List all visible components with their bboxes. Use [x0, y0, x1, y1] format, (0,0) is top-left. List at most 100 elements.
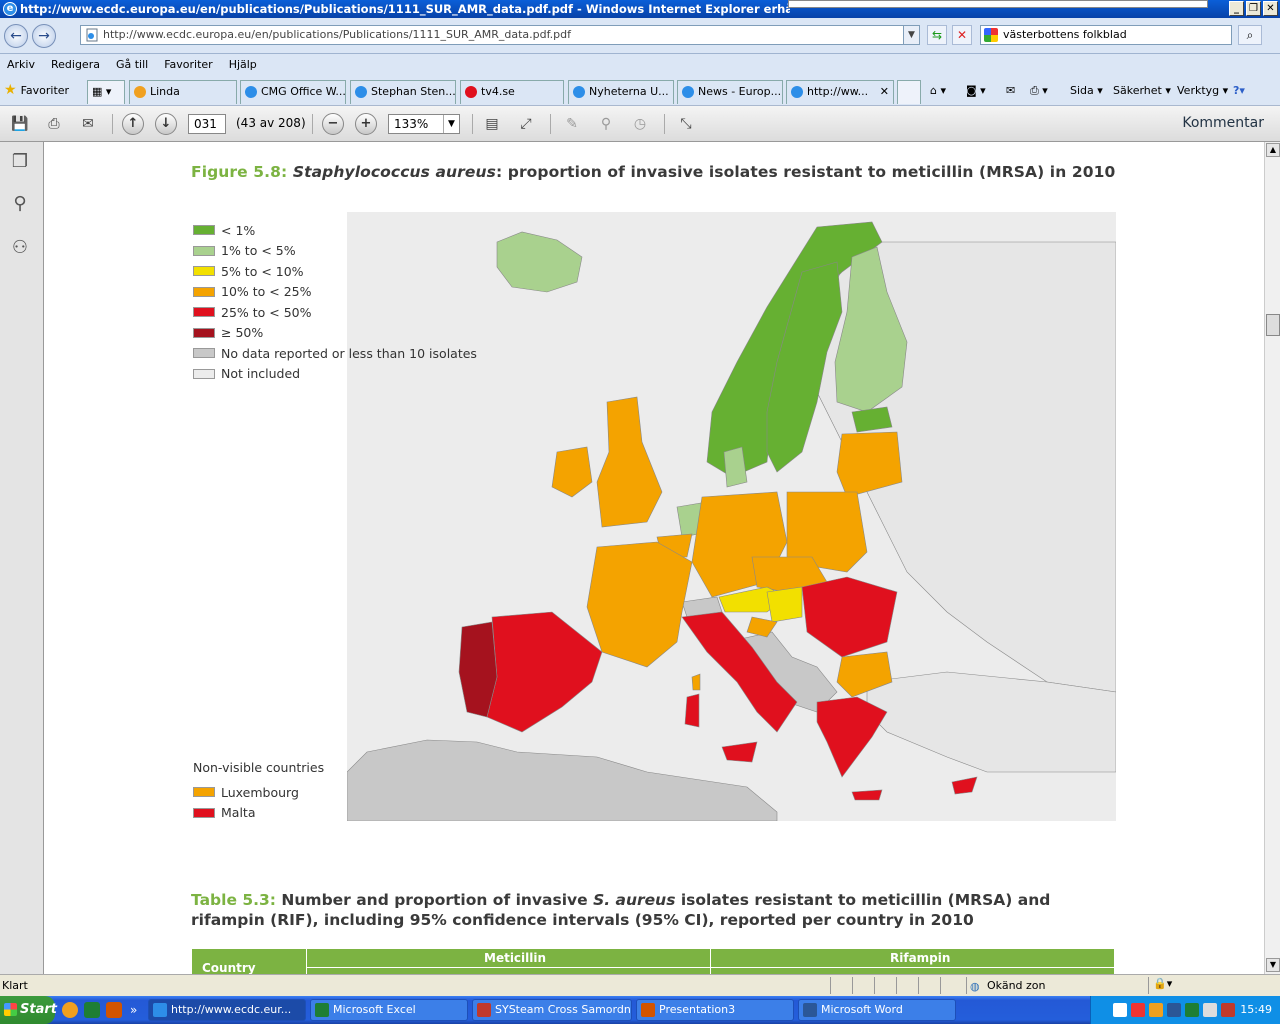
- security-zone[interactable]: ◍ Okänd zon: [966, 977, 1146, 994]
- tab-nyheterna[interactable]: Nyheterna U...: [568, 80, 674, 104]
- tab-label: News - Europ...: [698, 85, 782, 98]
- previous-page-button[interactable]: ↑: [122, 113, 144, 135]
- task-systeam[interactable]: SYSteam Cross Samordn...: [472, 999, 632, 1021]
- legend-label: ≥ 50%: [221, 325, 264, 341]
- forward-button[interactable]: →: [32, 24, 56, 48]
- help-button[interactable]: ?▾: [1233, 80, 1245, 102]
- tray-update-icon[interactable]: [1149, 1003, 1163, 1017]
- menu-goto[interactable]: Gå till: [116, 58, 148, 71]
- task-ie[interactable]: http://www.ecdc.eur...: [148, 999, 306, 1021]
- powerpoint-icon: [641, 1003, 655, 1017]
- address-bar[interactable]: http://www.ecdc.europa.eu/en/publication…: [80, 25, 920, 45]
- tab-label: http://ww...: [807, 85, 869, 98]
- menu-edit[interactable]: Redigera: [51, 58, 100, 71]
- popup-window-edge: [788, 0, 1208, 8]
- quicklaunch-excel-icon[interactable]: [84, 1002, 100, 1018]
- page-number-input[interactable]: 031: [188, 114, 226, 134]
- new-tab-button[interactable]: [897, 80, 921, 104]
- start-button[interactable]: Start: [0, 996, 57, 1024]
- menu-help[interactable]: Hjälp: [229, 58, 257, 71]
- feeds-button[interactable]: ◙ ▾: [966, 80, 986, 102]
- toolbar-separator: [472, 114, 473, 134]
- tray-antivirus-icon[interactable]: [1131, 1003, 1145, 1017]
- tray-speaker-icon[interactable]: [1185, 1003, 1199, 1017]
- task-label: Microsoft Excel: [333, 1003, 416, 1016]
- legend-label: 1% to < 5%: [221, 243, 296, 259]
- fit-page-button[interactable]: ▤: [480, 112, 504, 136]
- legend-item: < 1%: [193, 220, 477, 241]
- tab-linda[interactable]: Linda: [129, 80, 237, 104]
- favorites-button[interactable]: ★ Favoriter: [4, 82, 69, 98]
- print-pdf-button[interactable]: ⎙: [42, 112, 66, 136]
- scroll-thumb[interactable]: [1266, 314, 1280, 336]
- minus-icon: −: [327, 116, 339, 131]
- close-tab-icon[interactable]: ✕: [880, 81, 889, 103]
- arrow-up-icon: ↑: [127, 116, 139, 131]
- zoom-out-button[interactable]: −: [322, 113, 344, 135]
- tab-cmg-office[interactable]: CMG Office W...: [240, 80, 346, 104]
- quicklaunch-powerpoint-icon[interactable]: [106, 1002, 122, 1018]
- tray-shield-icon[interactable]: [1113, 1003, 1127, 1017]
- tab-grid-button[interactable]: ▦ ▾: [87, 80, 125, 104]
- ie-window: e http://www.ecdc.europa.eu/en/publicati…: [0, 0, 1280, 1024]
- tray-alert-icon[interactable]: [1221, 1003, 1235, 1017]
- search-input[interactable]: västerbottens folkblad: [980, 25, 1232, 45]
- tab-stephan[interactable]: Stephan Sten...: [350, 80, 456, 104]
- scroll-up-icon[interactable]: ▲: [1266, 143, 1280, 157]
- search-button[interactable]: ⌕: [1238, 25, 1262, 45]
- home-button[interactable]: ⌂ ▾: [930, 80, 946, 102]
- tab-label: Nyheterna U...: [589, 85, 669, 98]
- attachments-icon[interactable]: ⚲: [8, 192, 32, 216]
- address-dropdown-icon[interactable]: ▼: [903, 26, 919, 44]
- close-window-button[interactable]: ✕: [1263, 1, 1278, 16]
- tools-menu[interactable]: Verktyg ▾: [1177, 80, 1228, 102]
- tab-label: CMG Office W...: [261, 85, 346, 98]
- envelope-icon: ✉: [82, 116, 94, 132]
- search-binoculars-icon[interactable]: ⚇: [8, 236, 32, 260]
- vertical-scrollbar[interactable]: ▲ ▼: [1264, 142, 1280, 974]
- taskbar-clock[interactable]: 15:49: [1240, 1003, 1272, 1016]
- attach-button[interactable]: ⚲: [594, 112, 618, 136]
- page-menu[interactable]: Sida ▾: [1070, 80, 1103, 102]
- tray-battery-icon[interactable]: [1203, 1003, 1217, 1017]
- review-button[interactable]: ◷: [628, 112, 652, 136]
- tab-news-europe[interactable]: News - Europ...: [677, 80, 783, 104]
- menu-file[interactable]: Arkiv: [7, 58, 35, 71]
- zoom-select[interactable]: 133% ▼: [388, 114, 460, 134]
- task-excel[interactable]: Microsoft Excel: [310, 999, 468, 1021]
- fit-width-button[interactable]: ⤢: [514, 112, 538, 136]
- comment-button[interactable]: Kommentar: [1182, 115, 1264, 131]
- task-word[interactable]: Microsoft Word: [798, 999, 956, 1021]
- back-button[interactable]: ←: [4, 24, 28, 48]
- refresh-button[interactable]: ⇆: [927, 25, 947, 45]
- pages-icon[interactable]: ❐: [8, 150, 32, 174]
- favorites-label: Favoriter: [20, 83, 70, 97]
- minimize-button[interactable]: _: [1229, 1, 1244, 16]
- protected-mode-button[interactable]: 🔒▾: [1148, 977, 1184, 994]
- sign-button[interactable]: ✎: [560, 112, 584, 136]
- plus-icon: +: [360, 116, 372, 131]
- tab-tv4[interactable]: tv4.se: [460, 80, 564, 104]
- pdf-document-view[interactable]: Figure 5.8: Staphylococcus aureus: propo…: [44, 142, 1264, 974]
- tab-favicon: [791, 86, 803, 98]
- tab-current[interactable]: http://ww... ✕: [786, 80, 894, 104]
- menu-favorites[interactable]: Favoriter: [164, 58, 212, 71]
- scroll-down-icon[interactable]: ▼: [1266, 958, 1280, 972]
- mail-button[interactable]: ✉: [1006, 80, 1015, 102]
- print-button[interactable]: ⎙ ▾: [1030, 80, 1048, 102]
- next-page-button[interactable]: ↓: [155, 113, 177, 135]
- full-screen-button[interactable]: ⤡: [674, 112, 698, 136]
- legend-swatch: [193, 245, 215, 256]
- restore-button[interactable]: ❐: [1246, 1, 1261, 16]
- tab-label: Linda: [150, 85, 180, 98]
- zoom-in-button[interactable]: +: [355, 113, 377, 135]
- safety-menu[interactable]: Säkerhet ▾: [1113, 80, 1171, 102]
- task-powerpoint[interactable]: Presentation3: [636, 999, 794, 1021]
- tray-network-icon[interactable]: [1167, 1003, 1181, 1017]
- stop-button[interactable]: ✕: [952, 25, 972, 45]
- email-button[interactable]: ✉: [76, 112, 100, 136]
- status-cell: [852, 977, 872, 994]
- quicklaunch-firefox-icon[interactable]: [62, 1002, 78, 1018]
- quicklaunch-more-icon[interactable]: »: [130, 1002, 146, 1018]
- save-button[interactable]: 💾: [8, 112, 32, 136]
